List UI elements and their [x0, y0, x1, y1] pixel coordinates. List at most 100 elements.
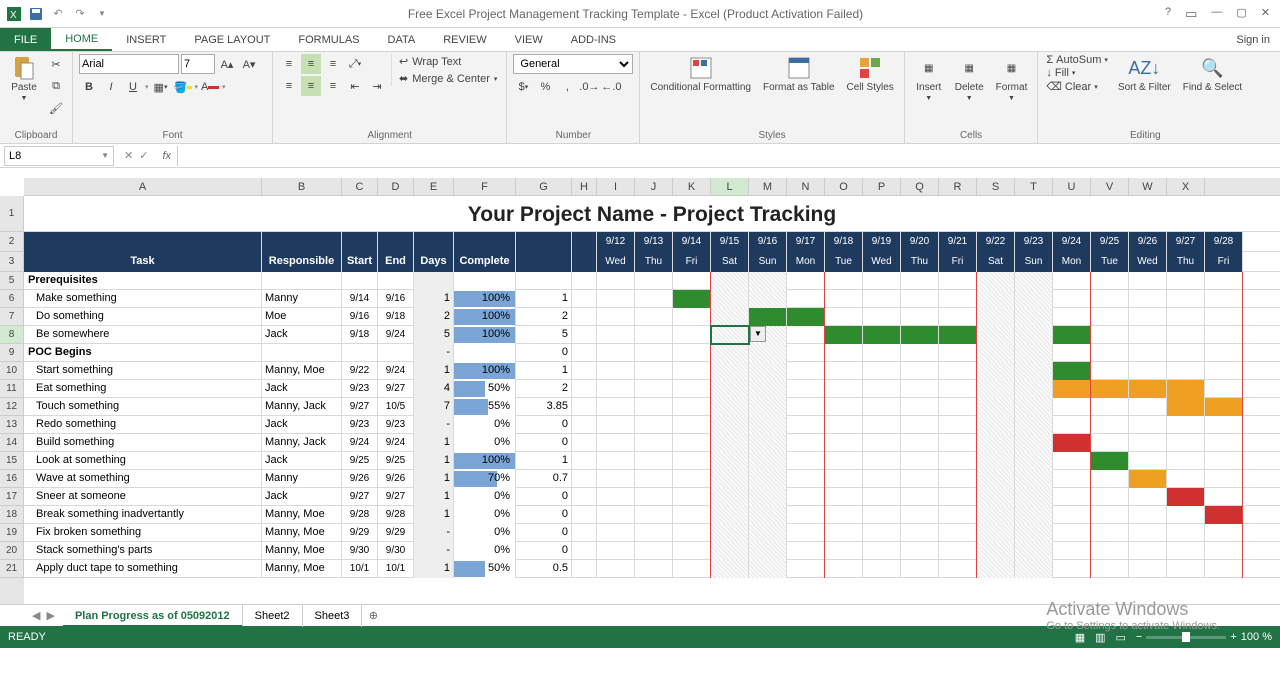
col-header-J[interactable]: J [635, 178, 673, 195]
format-painter-button[interactable]: 🖌 [46, 98, 66, 118]
gantt-cell[interactable] [1205, 470, 1243, 488]
gantt-cell[interactable] [1015, 290, 1053, 308]
gantt-cell[interactable] [1015, 326, 1053, 344]
cell-task[interactable]: Do something [24, 308, 262, 326]
gantt-cell[interactable] [1053, 524, 1091, 542]
gantt-cell[interactable] [1015, 272, 1053, 290]
font-name-combo[interactable] [79, 54, 179, 74]
gantt-cell[interactable] [597, 362, 635, 380]
col-header-I[interactable]: I [597, 178, 635, 195]
gantt-cell[interactable] [977, 452, 1015, 470]
gantt-cell[interactable] [901, 542, 939, 560]
cell-task[interactable]: Touch something [24, 398, 262, 416]
gantt-cell[interactable] [597, 380, 635, 398]
gantt-cell[interactable] [749, 290, 787, 308]
gantt-cell[interactable] [825, 470, 863, 488]
gantt-cell[interactable] [1053, 398, 1091, 416]
gantt-cell[interactable] [711, 362, 749, 380]
worksheet[interactable]: Your Project Name - Project Tracking9/12… [24, 196, 1280, 604]
fx-label[interactable]: fx [156, 150, 177, 162]
gantt-cell[interactable] [673, 362, 711, 380]
sheet-tab-1[interactable]: Plan Progress as of 05092012 [63, 605, 243, 627]
gantt-cell[interactable] [1015, 452, 1053, 470]
gantt-cell[interactable] [711, 380, 749, 398]
row-header-16[interactable]: 16 [0, 470, 24, 488]
gantt-cell[interactable] [635, 308, 673, 326]
gantt-cell[interactable] [939, 362, 977, 380]
gantt-cell[interactable] [711, 290, 749, 308]
gantt-cell[interactable] [1015, 380, 1053, 398]
row-header-20[interactable]: 20 [0, 542, 24, 560]
cell-task[interactable]: Break something inadvertantly [24, 506, 262, 524]
gantt-cell[interactable] [863, 272, 901, 290]
orientation-button[interactable]: ⤢▾ [345, 54, 365, 74]
gantt-cell[interactable] [787, 380, 825, 398]
gantt-cell[interactable] [863, 416, 901, 434]
gantt-cell[interactable] [749, 452, 787, 470]
gantt-cell[interactable] [1129, 452, 1167, 470]
row-header-19[interactable]: 19 [0, 524, 24, 542]
tab-insert[interactable]: INSERT [112, 28, 180, 51]
fill-color-button[interactable]: 🪣 [173, 77, 193, 97]
gantt-cell[interactable] [787, 344, 825, 362]
cell-task[interactable]: Redo something [24, 416, 262, 434]
gantt-cell[interactable] [1205, 290, 1243, 308]
cell-dropdown-icon[interactable]: ▼ [750, 326, 766, 342]
gantt-cell[interactable] [787, 488, 825, 506]
gantt-cell[interactable] [1205, 524, 1243, 542]
restore-icon[interactable]: ▢ [1236, 6, 1246, 22]
gantt-cell[interactable] [1091, 362, 1129, 380]
gantt-cell[interactable] [787, 452, 825, 470]
gantt-cell[interactable] [1129, 344, 1167, 362]
gantt-cell[interactable] [1167, 470, 1205, 488]
gantt-cell[interactable] [1205, 488, 1243, 506]
gantt-cell[interactable] [673, 290, 711, 308]
row-header-13[interactable]: 13 [0, 416, 24, 434]
gantt-cell[interactable] [1129, 290, 1167, 308]
gantt-cell[interactable] [977, 506, 1015, 524]
gantt-cell[interactable] [711, 506, 749, 524]
gantt-cell[interactable] [939, 560, 977, 578]
increase-font-button[interactable]: A▴ [217, 54, 237, 74]
align-top-button[interactable]: ≡ [279, 54, 299, 74]
row-header-8[interactable]: 8 [0, 326, 24, 344]
gantt-cell[interactable] [1091, 434, 1129, 452]
gantt-cell[interactable] [1129, 326, 1167, 344]
gantt-cell[interactable] [1053, 344, 1091, 362]
gantt-cell[interactable] [863, 290, 901, 308]
gantt-cell[interactable] [977, 416, 1015, 434]
chevron-down-icon[interactable]: ▼ [101, 151, 109, 160]
col-header-F[interactable]: F [454, 178, 516, 195]
gantt-cell[interactable] [673, 344, 711, 362]
row-header-7[interactable]: 7 [0, 308, 24, 326]
gantt-cell[interactable] [1205, 326, 1243, 344]
redo-icon[interactable]: ↷ [72, 6, 88, 22]
gantt-cell[interactable] [1091, 524, 1129, 542]
gantt-cell[interactable] [939, 326, 977, 344]
gantt-cell[interactable] [1129, 398, 1167, 416]
col-header-N[interactable]: N [787, 178, 825, 195]
formula-input[interactable] [177, 146, 1280, 166]
gantt-cell[interactable] [635, 434, 673, 452]
gantt-cell[interactable] [673, 542, 711, 560]
gantt-cell[interactable] [863, 506, 901, 524]
cell-task[interactable]: Make something [24, 290, 262, 308]
row-header-9[interactable]: 9 [0, 344, 24, 362]
row-header-6[interactable]: 6 [0, 290, 24, 308]
col-header-W[interactable]: W [1129, 178, 1167, 195]
align-bottom-button[interactable]: ≡ [323, 54, 343, 74]
gantt-cell[interactable] [1015, 308, 1053, 326]
col-header-R[interactable]: R [939, 178, 977, 195]
gantt-cell[interactable] [901, 416, 939, 434]
gantt-cell[interactable] [673, 470, 711, 488]
gantt-cell[interactable] [939, 398, 977, 416]
gantt-cell[interactable] [977, 290, 1015, 308]
gantt-cell[interactable] [635, 344, 673, 362]
col-header-E[interactable]: E [414, 178, 454, 195]
sheet-tab-3[interactable]: Sheet3 [303, 605, 363, 627]
gantt-cell[interactable] [901, 434, 939, 452]
gantt-cell[interactable] [1015, 506, 1053, 524]
conditional-formatting-button[interactable]: Conditional Formatting [646, 54, 755, 95]
gantt-cell[interactable] [939, 434, 977, 452]
ribbon-options-icon[interactable]: ▭ [1185, 6, 1197, 22]
